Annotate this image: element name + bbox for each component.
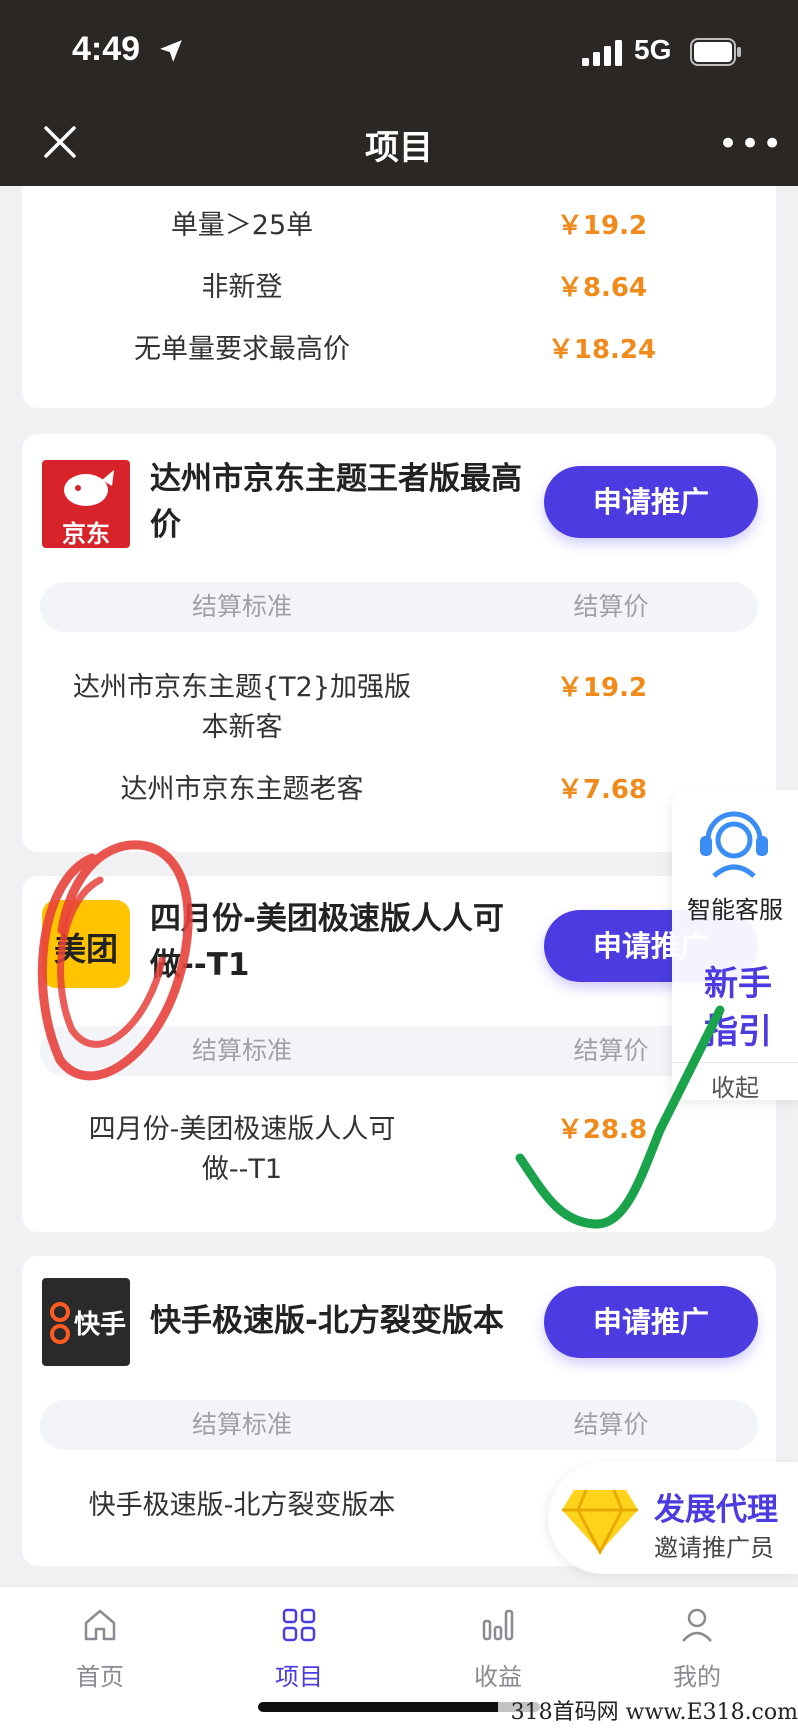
customer-service-icon[interactable] [692,800,776,880]
tab-label: 收益 [474,1663,522,1691]
column-header-standard: 结算标准 [191,1036,292,1065]
tab-label: 首页 [76,1663,124,1691]
settlement-standard: 非新登 [201,272,283,303]
column-header-standard: 结算标准 [191,592,292,621]
project-title: 四月份-美团极速版人人可做--T1 [150,901,504,983]
project-title: 达州市京东主题王者版最高价 [150,461,522,543]
kuaishou-logo: 快手 [42,1278,130,1366]
divider [672,1062,798,1063]
settlement-price: ￥7.68 [556,775,648,805]
jd-logo-text: 京东 [62,520,110,548]
column-header-standard: 结算标准 [191,1410,292,1439]
meituan-logo-text: 美团 [53,930,118,968]
project-card-meituan: 美团 四月份-美团极速版人人可做--T1 申请推广 结算标准 结算价 四月份-美… [22,876,776,1232]
cellular-signal-icon [582,40,622,66]
apply-promotion-button[interactable]: 申请推广 [544,1286,758,1358]
project-title: 快手极速版-北方裂变版本 [150,1303,504,1339]
table-header: 结算标准 结算价 [40,582,758,632]
develop-agent-banner[interactable]: 发展代理 邀请推广员 [548,1462,798,1574]
location-arrow-icon [160,40,182,62]
customer-service-label[interactable]: 智能客服 [672,890,798,925]
tab-earnings[interactable]: 收益 [438,1605,558,1705]
page-title: 项目 [365,128,433,168]
diamond-icon [562,1489,638,1556]
settlement-standard: 无单量要求最高价 [134,334,350,365]
column-header-price: 结算价 [573,592,649,621]
tab-profile[interactable]: 我的 [637,1605,757,1705]
tab-projects[interactable]: 项目 [239,1605,359,1705]
agent-subtitle: 邀请推广员 [654,1534,774,1562]
floating-help-panel: 智能客服 新手指引 收起 [672,790,798,1103]
settlement-standard: 单量＞25单 [170,210,314,241]
apply-promotion-button[interactable]: 申请推广 [544,466,758,538]
settlement-price: ￥19.2 [556,673,648,703]
settlement-price: ￥19.2 [556,211,648,241]
agent-title: 发展代理 [654,1492,778,1528]
network-type: 5G [634,34,672,65]
bar-chart-icon [482,1609,514,1641]
status-time: 4:49 [72,30,141,68]
more-options-icon[interactable]: ••• [718,124,782,164]
nav-bar: 项目 ••• [0,100,798,186]
settlement-standard: 快手极速版-北方裂变版本 [88,1490,396,1521]
table-header: 结算标准 结算价 [40,1026,758,1076]
kuaishou-logo-text: 快手 [74,1310,127,1340]
watermark-text: 318首码网 www.E318.com [498,1694,798,1728]
jd-logo: 京东 [42,460,130,548]
collapse-button[interactable]: 收起 [672,1068,798,1103]
settlement-price: ￥8.64 [556,273,648,303]
beginner-guide-link[interactable]: 新手指引 [692,960,784,1056]
settlement-standard-line1: 达州市京东主题{T2}加强版 [72,672,412,703]
battery-icon [690,38,741,66]
column-header-price: 结算价 [573,1410,649,1439]
settlement-price: ￥28.8 [556,1115,648,1145]
tab-label: 项目 [275,1663,323,1691]
settlement-standard: 四月份-美团极速版人人可 做--T1 [42,1110,442,1190]
settlement-standard-line2: 本新客 [201,712,283,743]
grid-icon [282,1608,316,1642]
meituan-logo: 美团 [42,900,130,988]
project-card-jd: 京东 达州市京东主题王者版最高价 申请推广 结算标准 结算价 达州市京东主题{T… [22,434,776,852]
settlement-standard: 达州市京东主题{T2}加强版 本新客 [42,668,442,748]
top-project-card: 单量＞25单 ￥19.2 非新登 ￥8.64 无单量要求最高价 ￥18.24 [22,186,776,408]
status-bar: 4:49 5G [0,0,798,100]
settlement-standard-line2: 做--T1 [201,1154,283,1185]
tab-label: 我的 [673,1663,721,1691]
settlement-standard: 达州市京东主题老客 [120,774,364,805]
settlement-price: ￥18.24 [547,335,657,365]
user-icon [682,1608,712,1642]
settlement-standard-line1: 四月份-美团极速版人人可 [88,1114,396,1145]
table-header: 结算标准 结算价 [40,1400,758,1450]
home-icon [84,1609,116,1641]
tab-home[interactable]: 首页 [40,1605,160,1705]
